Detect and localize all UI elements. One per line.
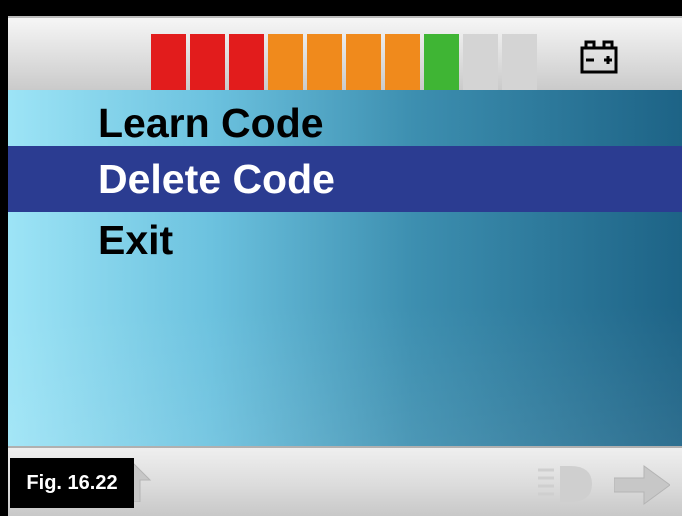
battery-meter	[151, 34, 537, 96]
battery-segment	[463, 34, 498, 96]
battery-segment	[190, 34, 225, 96]
battery-segment	[346, 34, 381, 96]
menu-panel: Learn Code Delete Code Exit	[8, 90, 682, 446]
menu-item-exit[interactable]: Exit	[8, 214, 682, 270]
figure-label: Fig. 16.22	[10, 458, 134, 508]
battery-segment	[229, 34, 264, 96]
battery-segment	[307, 34, 342, 96]
status-bar	[8, 16, 682, 96]
battery-segment	[424, 34, 459, 96]
menu-item-delete-code[interactable]: Delete Code	[8, 146, 682, 212]
arrow-right-icon[interactable]	[614, 464, 670, 506]
headlight-icon[interactable]	[536, 462, 594, 506]
battery-segment	[268, 34, 303, 96]
display-screen: Learn Code Delete Code Exit	[8, 4, 682, 516]
battery-segment	[385, 34, 420, 96]
battery-icon	[580, 40, 618, 74]
display-frame: Learn Code Delete Code Exit Fig. 16.22	[0, 0, 682, 516]
battery-segment	[502, 34, 537, 96]
battery-segment	[151, 34, 186, 96]
